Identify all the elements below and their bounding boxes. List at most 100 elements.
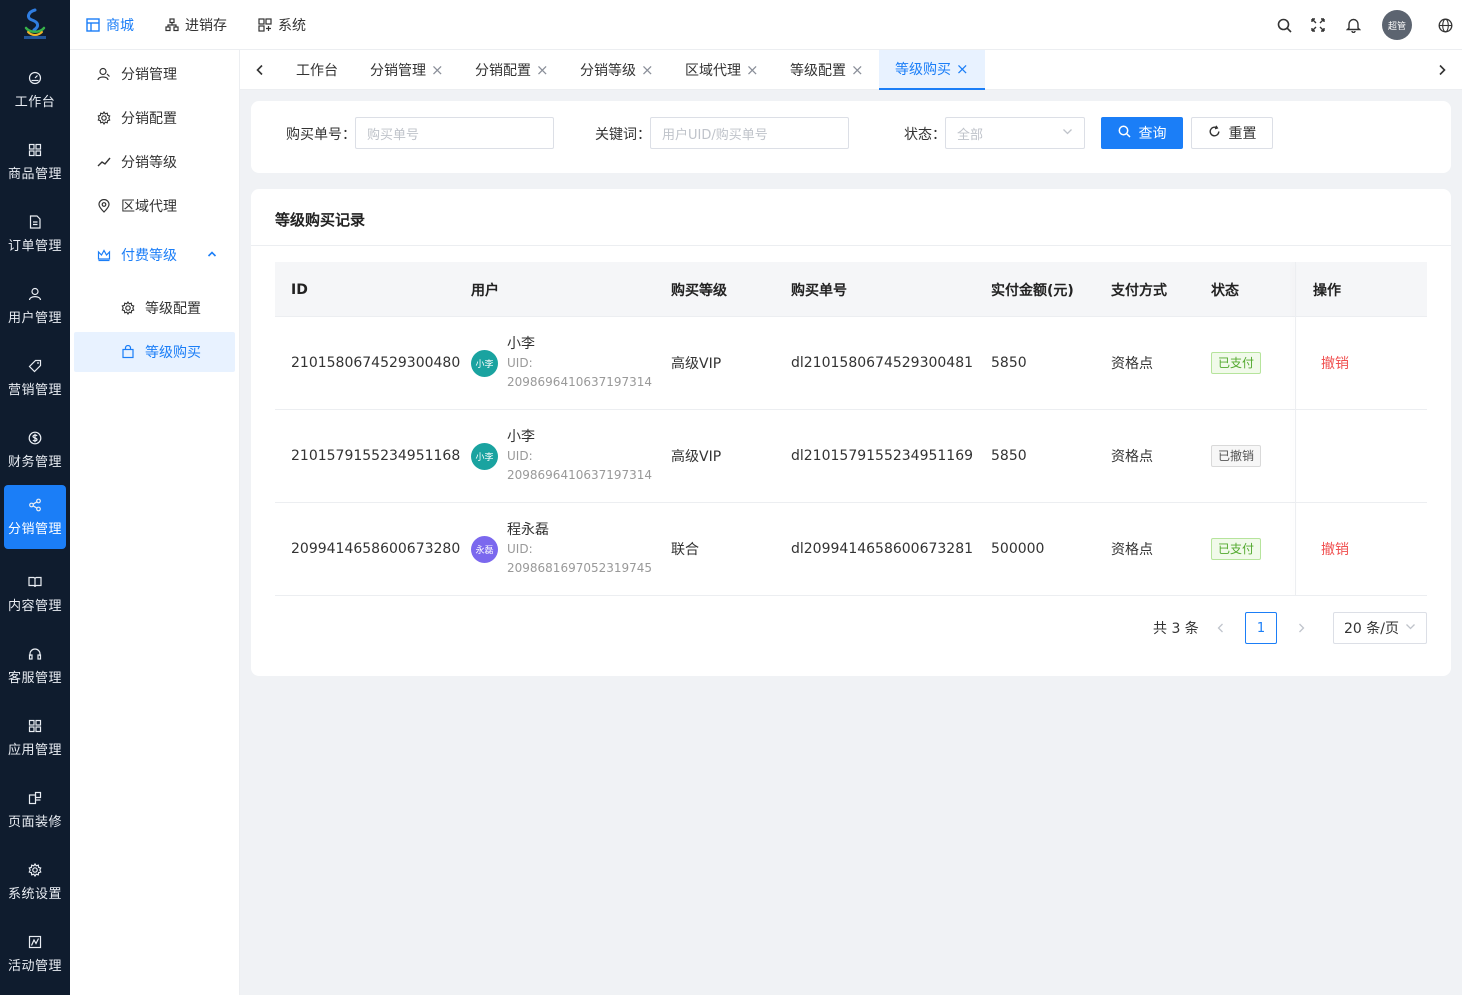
- user-name: 小李: [507, 336, 535, 352]
- rail-item-label: 订单管理: [7, 239, 62, 254]
- top-menu-system[interactable]: 系统: [258, 0, 306, 50]
- fixed-column-divider: [1295, 262, 1296, 595]
- cell-user: 小李 小李 UID: 2098696410637197314: [471, 410, 652, 502]
- close-icon[interactable]: ×: [641, 62, 654, 78]
- tab-5[interactable]: 等级配置 ×: [790, 50, 864, 90]
- rail-item-3[interactable]: 用户管理: [4, 274, 66, 338]
- share-icon: [27, 497, 43, 513]
- subnav-item-distribution-config[interactable]: 分销配置: [96, 98, 177, 138]
- chevron-down-icon: [1405, 620, 1416, 636]
- subnav-group-paid-level[interactable]: 付费等级: [96, 235, 226, 275]
- status-badge: 已支付: [1211, 538, 1262, 560]
- search-button-label: 查询: [1138, 126, 1167, 142]
- subnav-item-level-purchase[interactable]: 等级购买: [74, 332, 235, 372]
- crown-icon: [96, 247, 112, 263]
- close-icon[interactable]: ×: [746, 62, 759, 78]
- rail-item-label: 应用管理: [7, 743, 62, 758]
- document-icon: [27, 214, 43, 230]
- rail-item-label: 营销管理: [7, 383, 62, 398]
- rail-item-label: 页面装修: [7, 815, 62, 830]
- tab-6[interactable]: 等级购买 ×: [879, 50, 985, 90]
- bell-icon[interactable]: [1344, 16, 1362, 34]
- tab-3[interactable]: 分销等级 ×: [580, 50, 654, 90]
- cell-order-no: dl2101580674529300481: [791, 355, 974, 371]
- cell-amount: 500000: [991, 541, 1045, 557]
- tab-label: 等级配置: [790, 63, 846, 79]
- rail-item-8[interactable]: 客服管理: [4, 634, 66, 698]
- rail-item-label: 财务管理: [7, 455, 62, 470]
- close-icon[interactable]: ×: [956, 61, 969, 77]
- cell-pay-method: 资格点: [1111, 449, 1153, 465]
- rail-item-9[interactable]: 应用管理: [4, 706, 66, 770]
- rail-item-1[interactable]: 商品管理: [4, 130, 66, 194]
- rail-item-label: 内容管理: [7, 599, 62, 614]
- rail-item-10[interactable]: 页面装修: [4, 778, 66, 842]
- fullscreen-icon[interactable]: [1309, 16, 1327, 34]
- user-uid-label: UID:: [507, 542, 533, 556]
- user-icon: [96, 66, 112, 82]
- rail-item-11[interactable]: 系统设置: [4, 850, 66, 914]
- search-icon[interactable]: [1275, 16, 1293, 34]
- close-icon[interactable]: ×: [536, 62, 549, 78]
- column-header-level: 购买等级: [671, 282, 727, 299]
- globe-icon[interactable]: [1436, 16, 1454, 34]
- tab-0[interactable]: 工作台: [296, 50, 338, 90]
- reset-button[interactable]: 重置: [1191, 117, 1273, 149]
- rail-item-6[interactable]: 分销管理: [4, 485, 66, 549]
- cell-user: 永磊 程永磊 UID: 2098681697052319745: [471, 503, 652, 595]
- tab-scroll-right-icon[interactable]: [1434, 62, 1450, 78]
- revoke-link[interactable]: 撤销: [1321, 539, 1349, 559]
- brand-logo[interactable]: [0, 0, 70, 50]
- search-button[interactable]: 查询: [1101, 117, 1183, 149]
- cell-level: 高级VIP: [671, 356, 722, 372]
- location-icon: [96, 198, 112, 214]
- rail-item-12[interactable]: 活动管理: [4, 922, 66, 986]
- column-header-action: 操作: [1313, 282, 1341, 299]
- rail-item-5[interactable]: 财务管理: [4, 418, 66, 482]
- grid-icon: [27, 718, 43, 734]
- cell-status: 已撤销: [1211, 410, 1262, 502]
- top-menu-store[interactable]: 商城: [86, 0, 134, 50]
- prev-page-icon[interactable]: [1213, 620, 1229, 636]
- subnav-item-label: 等级配置: [145, 301, 201, 317]
- keyword-input[interactable]: 用户UID/购买单号: [650, 117, 849, 149]
- table-row: 2099414658600673280 永磊 程永磊 UID: 209868169705…: [275, 503, 1427, 596]
- grid-icon: [27, 142, 43, 158]
- status-select[interactable]: 全部: [945, 117, 1085, 149]
- dashboard-icon: [27, 70, 43, 86]
- tab-scroll-left-icon[interactable]: [252, 62, 268, 78]
- cell-status: 已支付: [1211, 317, 1262, 409]
- status-badge: 已撤销: [1211, 445, 1262, 467]
- subnav-item-regional-agent[interactable]: 区域代理: [96, 186, 177, 226]
- close-icon[interactable]: ×: [851, 62, 864, 78]
- tab-label: 分销配置: [475, 63, 531, 79]
- subnav-item-distribution-manage[interactable]: 分销管理: [96, 54, 177, 94]
- avatar[interactable]: 超管: [1382, 10, 1412, 40]
- page-number-current[interactable]: 1: [1245, 612, 1277, 644]
- rail-item-7[interactable]: 内容管理: [4, 562, 66, 626]
- next-page-icon[interactable]: [1293, 620, 1309, 636]
- user-avatar: 永磊: [471, 535, 498, 563]
- column-header-user: 用户: [471, 282, 499, 299]
- rail-item-label: 商品管理: [7, 167, 62, 182]
- user-name: 程永磊: [507, 522, 549, 538]
- rail-item-2[interactable]: 订单管理: [4, 202, 66, 266]
- close-icon[interactable]: ×: [431, 62, 444, 78]
- main-rail: 工作台商品管理订单管理用户管理营销管理财务管理分销管理内容管理客服管理应用管理页…: [0, 0, 70, 995]
- subnav-item-distribution-level[interactable]: 分销等级: [96, 142, 177, 182]
- tab-2[interactable]: 分销配置 ×: [475, 50, 549, 90]
- user-uid: 2098681697052319745: [507, 561, 653, 575]
- rail-item-0[interactable]: 工作台: [4, 58, 66, 122]
- top-menu-inventory[interactable]: 进销存: [165, 0, 227, 50]
- cell-action: 撤销: [1321, 317, 1349, 409]
- rail-item-4[interactable]: 营销管理: [4, 346, 66, 410]
- cell-order-no: dl2101579155234951169: [791, 448, 974, 464]
- tab-4[interactable]: 区域代理 ×: [685, 50, 759, 90]
- tab-1[interactable]: 分销管理 ×: [370, 50, 444, 90]
- subnav-item-level-config[interactable]: 等级配置: [120, 288, 201, 328]
- revoke-link[interactable]: 撤销: [1321, 353, 1349, 373]
- tab-label: 等级购买: [895, 62, 951, 78]
- order-no-input[interactable]: 购买单号: [355, 117, 554, 149]
- page-size-select[interactable]: 20 条/页: [1333, 612, 1427, 644]
- user-icon: [27, 286, 43, 302]
